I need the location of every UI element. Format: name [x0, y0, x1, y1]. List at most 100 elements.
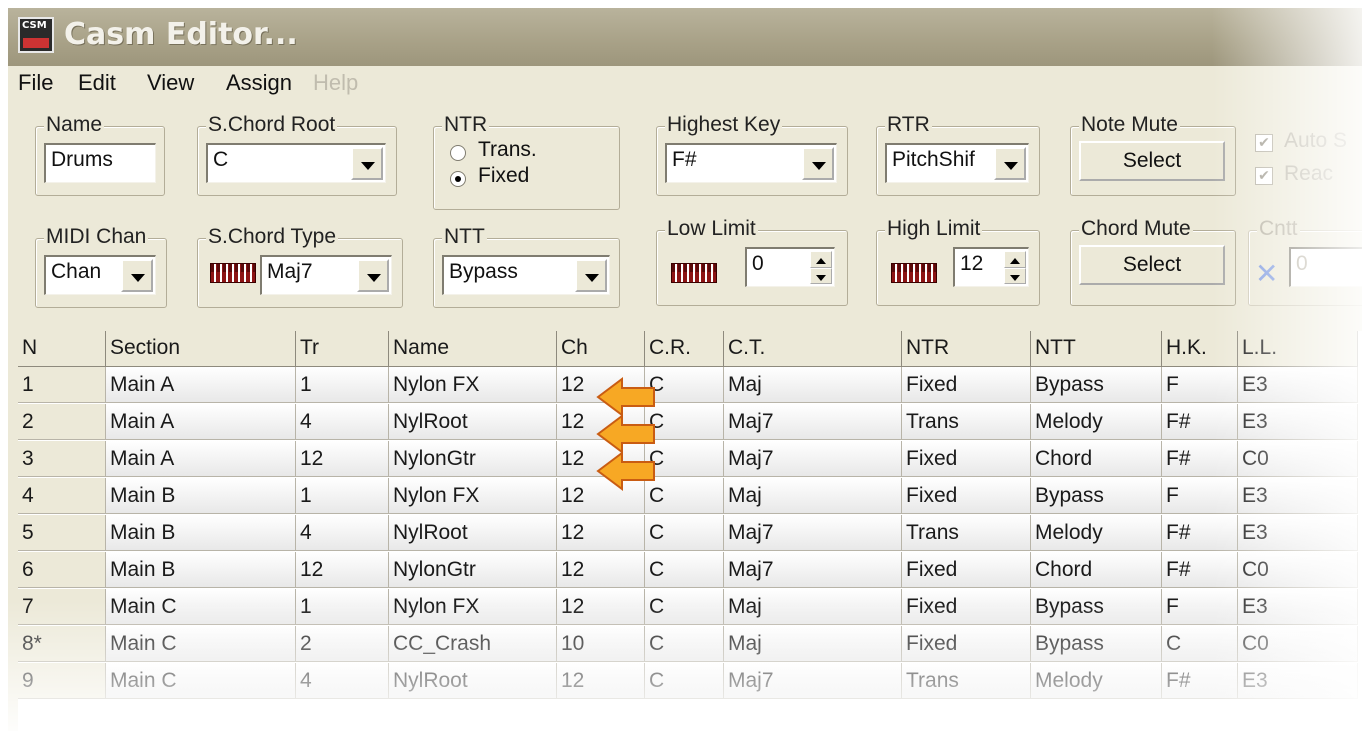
cell-ct[interactable]: Maj7	[724, 404, 902, 440]
cell-cr[interactable]: C	[645, 552, 724, 588]
cell-hk[interactable]: F#	[1162, 663, 1238, 699]
cell-name[interactable]: Nylon FX	[389, 367, 557, 403]
cell-tr[interactable]: 4	[296, 404, 389, 440]
highest-key-select[interactable]: F#	[665, 143, 837, 183]
cell-ch[interactable]: 10	[557, 626, 645, 662]
cell-ntr[interactable]: Trans	[902, 404, 1031, 440]
cell-section[interactable]: Main B	[106, 478, 296, 514]
cell-ct[interactable]: Maj	[724, 626, 902, 662]
cell-ct[interactable]: Maj	[724, 589, 902, 625]
table-row[interactable]: 8* Main C 2 CC_Crash 10 C Maj Fixed Bypass C C0	[18, 626, 1362, 662]
table-row[interactable]: 1 Main A 1 Nylon FX 12 C Maj Fixed Bypass F E3	[18, 367, 1362, 403]
cell-ll[interactable]: E3	[1238, 367, 1358, 403]
column-header-ntt[interactable]: NTT	[1031, 331, 1162, 367]
column-header-ch[interactable]: Ch	[557, 331, 645, 367]
cell-hk[interactable]: F#	[1162, 552, 1238, 588]
cell-ntt[interactable]: Chord	[1031, 552, 1162, 588]
cell-tr[interactable]: 1	[296, 589, 389, 625]
chevron-down-icon[interactable]	[121, 259, 153, 292]
cell-tr[interactable]: 1	[296, 367, 389, 403]
chevron-down-icon[interactable]	[802, 147, 834, 180]
column-header-ct[interactable]: C.T.	[724, 331, 902, 367]
cell-ntt[interactable]: Melody	[1031, 404, 1162, 440]
cell-ntr[interactable]: Trans	[902, 515, 1031, 551]
keyboard-icon[interactable]	[210, 263, 256, 283]
cell-ntr[interactable]: Trans	[902, 663, 1031, 699]
cell-name[interactable]: Nylon FX	[389, 478, 557, 514]
low-limit-spinner[interactable]: 0	[745, 247, 835, 287]
cell-cr[interactable]: C	[645, 515, 724, 551]
cell-ct[interactable]: Maj7	[724, 515, 902, 551]
midi-chan-select[interactable]: Chan	[44, 255, 156, 295]
cell-hk[interactable]: F	[1162, 478, 1238, 514]
cell-n[interactable]: 3	[18, 441, 106, 477]
cell-ntr[interactable]: Fixed	[902, 478, 1031, 514]
close-icon[interactable]: ✕	[1255, 257, 1278, 290]
cell-ch[interactable]: 12	[557, 367, 645, 403]
s-chord-root-select[interactable]: C	[206, 143, 386, 183]
chord-mute-select-button[interactable]: Select	[1079, 245, 1225, 285]
cell-ntr[interactable]: Fixed	[902, 552, 1031, 588]
cell-hk[interactable]: F#	[1162, 515, 1238, 551]
cell-cr[interactable]: C	[645, 441, 724, 477]
table-row[interactable]: 3 Main A 12 NylonGtr 12 C Maj7 Fixed Chord F# C0	[18, 441, 1362, 477]
cell-ch[interactable]: 12	[557, 478, 645, 514]
cell-tr[interactable]: 2	[296, 626, 389, 662]
cell-n[interactable]: 9	[18, 663, 106, 699]
cell-section[interactable]: Main A	[106, 367, 296, 403]
cell-ntr[interactable]: Fixed	[902, 367, 1031, 403]
cell-ntr[interactable]: Fixed	[902, 441, 1031, 477]
auto-checkbox[interactable]: ✔	[1255, 134, 1273, 152]
cell-section[interactable]: Main C	[106, 626, 296, 662]
cell-n[interactable]: 1	[18, 367, 106, 403]
cell-name[interactable]: NylonGtr	[389, 552, 557, 588]
column-header-hk[interactable]: H.K.	[1162, 331, 1238, 367]
cell-ct[interactable]: Maj	[724, 367, 902, 403]
keyboard-icon[interactable]	[671, 263, 717, 283]
ntt-select[interactable]: Bypass	[442, 255, 610, 295]
cell-ll[interactable]: E3	[1238, 478, 1358, 514]
column-header-cr[interactable]: C.R.	[645, 331, 724, 367]
menu-edit[interactable]: Edit	[78, 70, 116, 96]
menu-assign[interactable]: Assign	[226, 70, 292, 96]
cell-section[interactable]: Main B	[106, 515, 296, 551]
cell-ntt[interactable]: Chord	[1031, 441, 1162, 477]
menu-view[interactable]: View	[147, 70, 194, 96]
cell-name[interactable]: CC_Crash	[389, 626, 557, 662]
menu-help[interactable]: Help	[313, 70, 358, 96]
cell-n[interactable]: 5	[18, 515, 106, 551]
table-row[interactable]: 6 Main B 12 NylonGtr 12 C Maj7 Fixed Chord F# C0	[18, 552, 1362, 588]
cell-ntr[interactable]: Fixed	[902, 626, 1031, 662]
cell-name[interactable]: Nylon FX	[389, 589, 557, 625]
high-limit-spinner[interactable]: 12	[953, 247, 1029, 287]
cell-hk[interactable]: F#	[1162, 404, 1238, 440]
cell-ch[interactable]: 12	[557, 515, 645, 551]
reac-checkbox[interactable]: ✔	[1255, 167, 1273, 185]
cell-n[interactable]: 7	[18, 589, 106, 625]
keyboard-icon[interactable]	[891, 263, 937, 283]
cell-section[interactable]: Main C	[106, 589, 296, 625]
spinner-arrows-icon[interactable]	[810, 251, 832, 284]
cell-ntt[interactable]: Bypass	[1031, 478, 1162, 514]
column-header-section[interactable]: Section	[106, 331, 296, 367]
column-header-name[interactable]: Name	[389, 331, 557, 367]
cell-ll[interactable]: E3	[1238, 404, 1358, 440]
cell-section[interactable]: Main A	[106, 441, 296, 477]
cell-ch[interactable]: 12	[557, 663, 645, 699]
ntr-trans-radio[interactable]	[450, 145, 466, 161]
cell-ntt[interactable]: Melody	[1031, 515, 1162, 551]
chevron-down-icon[interactable]	[994, 147, 1026, 180]
cell-ct[interactable]: Maj	[724, 478, 902, 514]
table-row[interactable]: 9 Main C 4 NylRoot 12 C Maj7 Trans Melody F# E3	[18, 663, 1362, 699]
cell-section[interactable]: Main A	[106, 404, 296, 440]
cell-n[interactable]: 6	[18, 552, 106, 588]
cell-ct[interactable]: Maj7	[724, 441, 902, 477]
cell-hk[interactable]: C	[1162, 626, 1238, 662]
menu-file[interactable]: File	[18, 70, 53, 96]
title-bar[interactable]: CSM Casm Editor...	[8, 8, 1362, 66]
column-header-n[interactable]: N	[18, 331, 106, 367]
cell-tr[interactable]: 12	[296, 552, 389, 588]
cell-ll[interactable]: C0	[1238, 441, 1358, 477]
cell-name[interactable]: NylonGtr	[389, 441, 557, 477]
cell-cr[interactable]: C	[645, 367, 724, 403]
